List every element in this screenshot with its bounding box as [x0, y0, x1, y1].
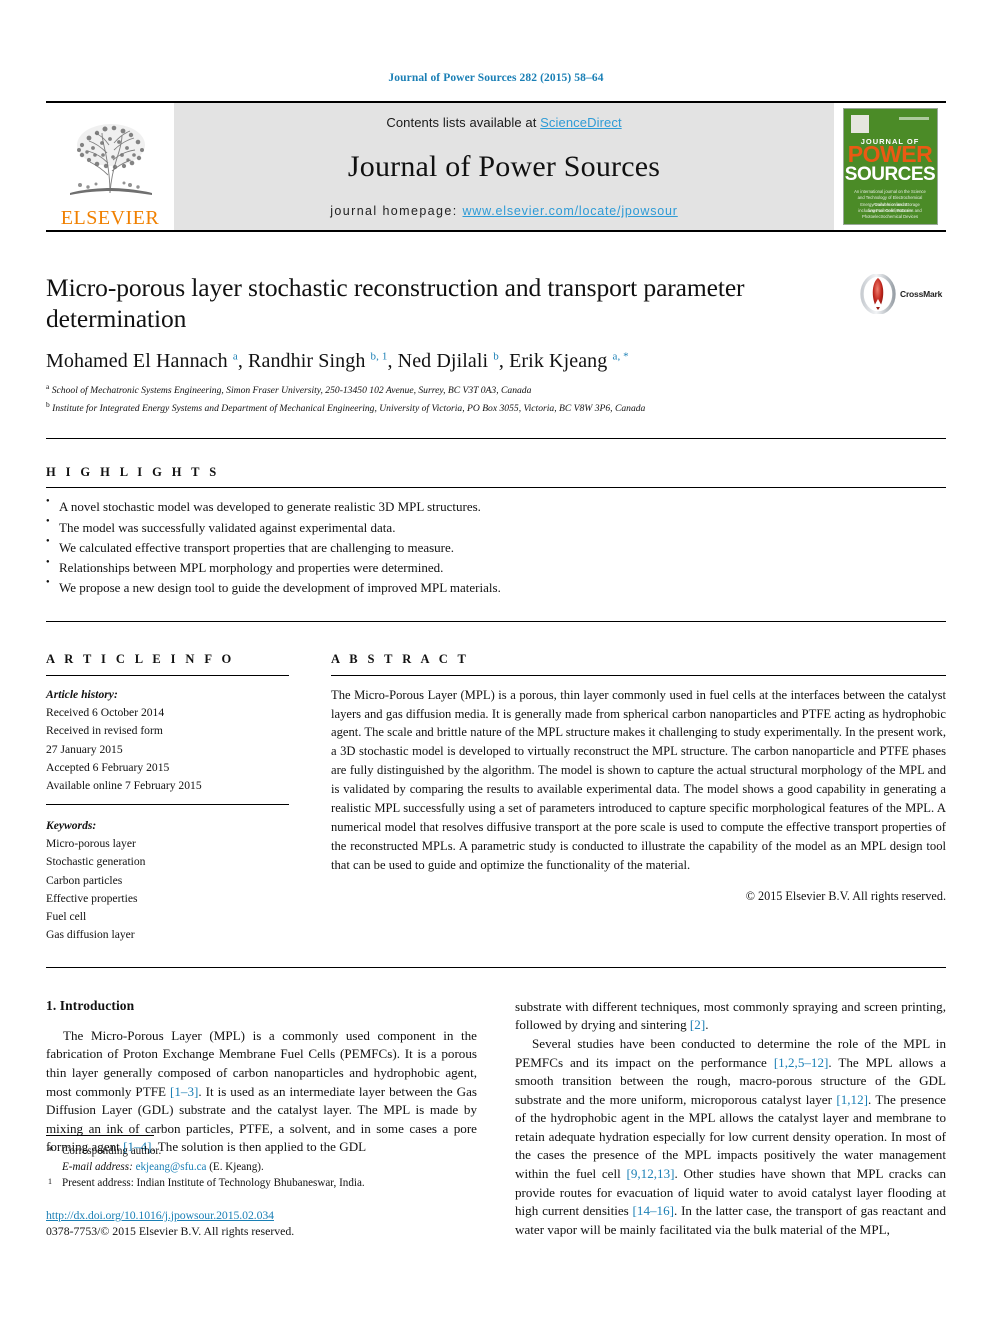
doi-block: http://dx.doi.org/10.1016/j.jpowsour.201… — [46, 1208, 477, 1239]
footnote-marker-one: 1 — [48, 1177, 52, 1187]
keyword-item: Fuel cell — [46, 910, 87, 924]
affiliation-list: a School of Mechatronic Systems Engineer… — [46, 381, 946, 416]
affiliation-marker-b: b — [46, 399, 50, 409]
author-list: Mohamed El Hannach a, Randhir Singh b, 1… — [46, 350, 629, 373]
intro-paragraph-right-1: substrate with different techniques, mos… — [515, 998, 946, 1033]
keywords-rule — [46, 803, 289, 805]
body-column-right: substrate with different techniques, mos… — [515, 998, 946, 1240]
abstract-column: A B S T R A C T The Micro-Porous Layer (… — [331, 652, 946, 945]
affiliation-text-b: Institute for Integrated Energy Systems … — [52, 402, 646, 414]
affiliation-text-a: School of Mechatronic Systems Engineerin… — [51, 385, 532, 397]
journal-homepage-link[interactable]: www.elsevier.com/locate/jpowsour — [462, 204, 677, 218]
article-history-label: Article history: — [46, 687, 118, 701]
homepage-prefix: journal homepage: — [330, 204, 463, 218]
list-item: Relationships between MPL morphology and… — [46, 558, 946, 578]
section-heading-introduction: 1. Introduction — [46, 997, 135, 1013]
article-info-column: A R T I C L E I N F O Article history: R… — [46, 652, 289, 945]
article-history-item: Available online 7 February 2015 — [46, 779, 202, 793]
email-suffix: (E. Kjeang). — [206, 1161, 264, 1174]
elsevier-tree-icon — [70, 124, 152, 195]
highlights-section: H I G H L I G H T S A novel stochastic m… — [46, 465, 946, 598]
article-history-item: Accepted 6 February 2015 — [46, 760, 170, 774]
affiliation-a: a School of Mechatronic Systems Engineer… — [46, 381, 946, 399]
article-history-item: 27 January 2015 — [46, 742, 123, 756]
divider-after-highlights — [46, 620, 946, 622]
abstract-copyright: © 2015 Elsevier B.V. All rights reserved… — [745, 888, 946, 903]
list-item: We propose a new design tool to guide th… — [46, 578, 946, 598]
footnote-marker-asterisk: * — [48, 1145, 54, 1158]
footnote-area: * Corresponding author. E-mail address: … — [46, 1135, 477, 1239]
masthead-center: Contents lists available at ScienceDirec… — [174, 103, 834, 230]
page-title: Micro-porous layer stochastic reconstruc… — [46, 273, 745, 334]
email-link[interactable]: ekjeang@sfu.ca — [136, 1161, 207, 1173]
cover-title-power: POWER — [847, 141, 933, 167]
highlights-rule — [46, 487, 946, 489]
footnote-rule — [46, 1135, 154, 1137]
footnote-present-address: 1 Present address: Indian Institute of T… — [46, 1175, 477, 1191]
abstract-text: The Micro-Porous Layer (MPL) is a porous… — [331, 687, 946, 872]
crossmark-badge[interactable]: CrossMark — [860, 272, 946, 316]
article-info-rule — [46, 674, 289, 676]
keyword-item: Gas diffusion layer — [46, 928, 135, 942]
elsevier-wordmark: ELSEVIER — [60, 207, 160, 229]
info-abstract-section: A R T I C L E I N F O Article history: R… — [46, 652, 946, 945]
title-block: Micro-porous layer stochastic reconstruc… — [46, 272, 946, 416]
keyword-item: Effective properties — [46, 891, 138, 905]
cover-title-sources: SOURCES — [844, 164, 936, 185]
abstract-heading: A B S T R A C T — [331, 651, 470, 666]
issn-copyright-line: 0378-7753/© 2015 Elsevier B.V. All right… — [46, 1224, 295, 1239]
highlights-list: A novel stochastic model was developed t… — [46, 497, 946, 598]
abstract-rule — [331, 674, 946, 676]
list-item: The model was successfully validated aga… — [46, 517, 946, 538]
journal-title: Journal of Power Sources — [347, 150, 661, 183]
keywords-block: Keywords: Micro-porous layer Stochastic … — [46, 817, 289, 945]
crossmark-label: CrossMark — [900, 289, 943, 299]
affiliation-marker-a: a — [46, 382, 50, 392]
footnote-corresponding-text: Corresponding author. — [62, 1145, 162, 1158]
keyword-item: Stochastic generation — [46, 855, 146, 869]
intro-paragraph-right-2: Several studies have been conducted to d… — [515, 1035, 947, 1237]
cover-footer: Available online at www.sciencedirect.co… — [868, 201, 912, 214]
sciencedirect-link[interactable]: ScienceDirect — [540, 115, 622, 130]
body-columns: 1. Introduction The Micro-Porous Layer (… — [46, 998, 946, 1240]
doi-link[interactable]: http://dx.doi.org/10.1016/j.jpowsour.201… — [46, 1208, 477, 1223]
journal-homepage-line: journal homepage: www.elsevier.com/locat… — [330, 204, 678, 218]
contents-prefix: Contents lists available at — [386, 115, 541, 130]
journal-cover-thumbnail: JOURNAL OF POWER SOURCES An internationa… — [834, 103, 946, 230]
footnote-present-text: Present address: Indian Institute of Tec… — [62, 1177, 365, 1190]
running-head: Journal of Power Sources 282 (2015) 58–6… — [388, 72, 604, 84]
cover-elsevier-mark — [850, 115, 869, 133]
divider-after-title — [46, 438, 946, 440]
paper-page: Journal of Power Sources 282 (2015) 58–6… — [0, 0, 992, 1323]
divider-before-body — [46, 966, 946, 968]
journal-masthead: ELSEVIER Contents lists available at Sci… — [46, 101, 946, 232]
article-info-heading: A R T I C L E I N F O — [46, 651, 235, 666]
article-history-block: Article history: Received 6 October 2014… — [46, 686, 289, 796]
highlights-heading: H I G H L I G H T S — [46, 465, 220, 480]
affiliation-b: b Institute for Integrated Energy System… — [46, 399, 946, 417]
footnote-corresponding-author: * Corresponding author. E-mail address: … — [46, 1143, 477, 1175]
article-history-item: Received in revised form — [46, 724, 163, 738]
contents-lists-line: Contents lists available at ScienceDirec… — [386, 115, 621, 130]
list-item: We calculated effective transport proper… — [46, 537, 946, 558]
crossmark-icon — [860, 274, 896, 314]
article-history-item: Received 6 October 2014 — [46, 706, 165, 720]
cover-image: JOURNAL OF POWER SOURCES An internationa… — [842, 108, 938, 225]
cover-top-rule — [898, 117, 929, 120]
email-label: E-mail address: — [62, 1161, 133, 1174]
keyword-item: Carbon particles — [46, 873, 123, 887]
body-column-left: 1. Introduction The Micro-Porous Layer (… — [46, 998, 477, 1240]
keywords-label: Keywords: — [46, 818, 97, 832]
elsevier-logo: ELSEVIER — [46, 103, 174, 230]
list-item: A novel stochastic model was developed t… — [46, 497, 946, 517]
keyword-item: Micro-porous layer — [46, 836, 136, 850]
